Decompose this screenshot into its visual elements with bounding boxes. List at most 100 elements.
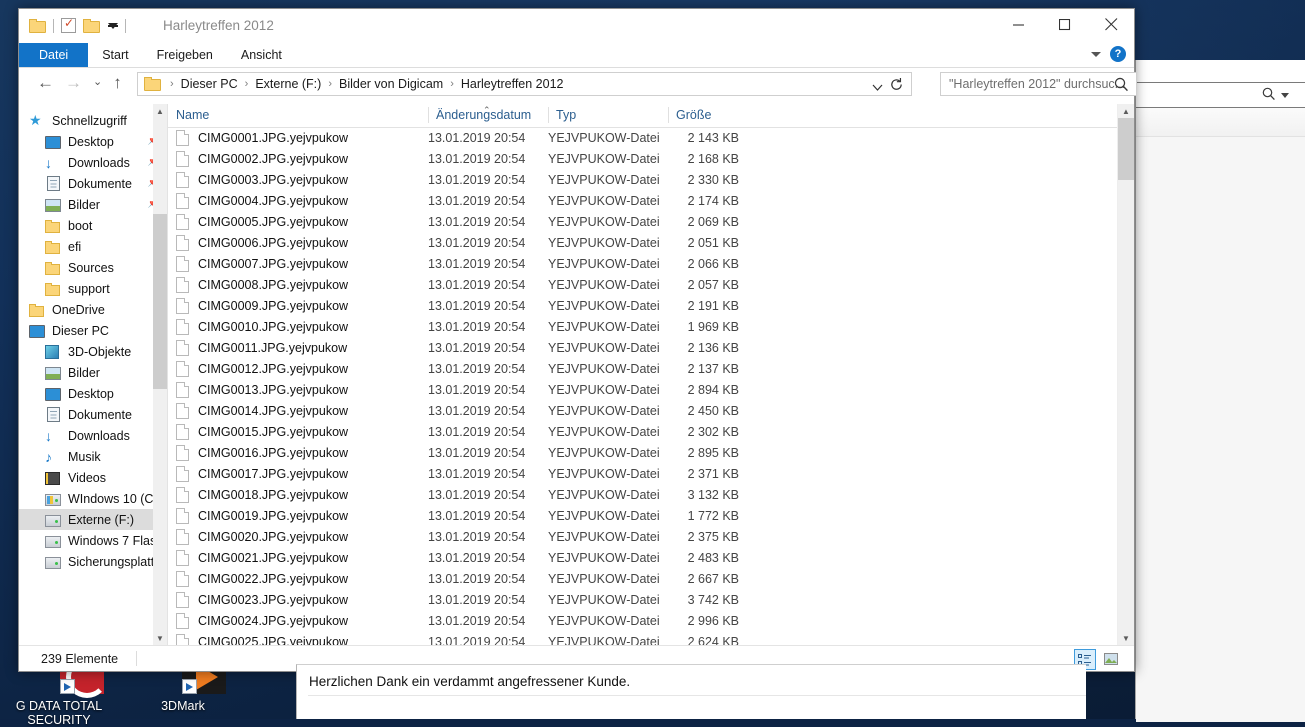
- file-name-cell[interactable]: CIMG0024.JPG.yejvpukow: [168, 612, 428, 629]
- table-row[interactable]: CIMG0012.JPG.yejvpukow 13.01.2019 20:54 YE…: [168, 358, 1134, 379]
- sidebar-item-windows-10-c[interactable]: WIndows 10 (C:): [19, 488, 167, 509]
- navigation-scrollbar[interactable]: ▲ ▼: [153, 104, 167, 645]
- table-row[interactable]: CIMG0016.JPG.yejvpukow 13.01.2019 20:54 YE…: [168, 442, 1134, 463]
- file-name-cell[interactable]: CIMG0007.JPG.yejvpukow: [168, 255, 428, 272]
- breadcrumb-dieser-pc[interactable]: Dieser PC: [179, 77, 240, 91]
- recent-locations-button[interactable]: ⌄: [93, 74, 102, 91]
- sidebar-item-musik[interactable]: ♪ Musik: [19, 446, 167, 467]
- file-name-cell[interactable]: CIMG0025.JPG.yejvpukow: [168, 633, 428, 645]
- tab-ansicht[interactable]: Ansicht: [227, 43, 296, 67]
- file-name-cell[interactable]: CIMG0019.JPG.yejvpukow: [168, 507, 428, 524]
- sidebar-item-windows-7-flash[interactable]: Windows 7 Flash: [19, 530, 167, 551]
- customize-caret-icon[interactable]: [108, 22, 118, 29]
- tab-freigeben[interactable]: Freigeben: [143, 43, 227, 67]
- sidebar-item-efi[interactable]: efi: [19, 236, 167, 257]
- ribbon-tab-bar[interactable]: Datei Start Freigeben Ansicht ?: [19, 43, 1134, 68]
- address-bar[interactable]: › Dieser PC › Externe (F:) › Bilder von …: [137, 72, 912, 96]
- file-name-cell[interactable]: CIMG0018.JPG.yejvpukow: [168, 486, 428, 503]
- scroll-down-button[interactable]: ▼: [153, 631, 167, 645]
- sidebar-item-support[interactable]: support: [19, 278, 167, 299]
- sidebar-item-bilder[interactable]: Bilder: [19, 362, 167, 383]
- file-name-cell[interactable]: CIMG0004.JPG.yejvpukow: [168, 192, 428, 209]
- table-row[interactable]: CIMG0006.JPG.yejvpukow 13.01.2019 20:54 YE…: [168, 232, 1134, 253]
- file-name-cell[interactable]: CIMG0011.JPG.yejvpukow: [168, 339, 428, 356]
- column-headers[interactable]: Name Änderungsdatum Typ Größe ⌃: [168, 104, 1134, 128]
- table-row[interactable]: CIMG0008.JPG.yejvpukow 13.01.2019 20:54 YE…: [168, 274, 1134, 295]
- table-row[interactable]: CIMG0021.JPG.yejvpukow 13.01.2019 20:54 YE…: [168, 547, 1134, 568]
- background-window[interactable]: [1135, 60, 1305, 722]
- tab-datei[interactable]: Datei: [19, 43, 89, 67]
- table-row[interactable]: CIMG0022.JPG.yejvpukow 13.01.2019 20:54 YE…: [168, 568, 1134, 589]
- tab-start[interactable]: Start: [88, 43, 142, 67]
- sidebar-item-onedrive[interactable]: OneDrive: [19, 299, 167, 320]
- ribbon-tabs[interactable]: Datei Start Freigeben Ansicht: [19, 43, 296, 67]
- table-row[interactable]: CIMG0001.JPG.yejvpukow 13.01.2019 20:54 YE…: [168, 127, 1134, 148]
- table-row[interactable]: CIMG0010.JPG.yejvpukow 13.01.2019 20:54 YE…: [168, 316, 1134, 337]
- file-name-cell[interactable]: CIMG0021.JPG.yejvpukow: [168, 549, 428, 566]
- back-button[interactable]: ←: [37, 74, 54, 91]
- table-row[interactable]: CIMG0018.JPG.yejvpukow 13.01.2019 20:54 YE…: [168, 484, 1134, 505]
- scroll-up-button[interactable]: ▲: [153, 104, 167, 118]
- sidebar-item-sicherungsplatte[interactable]: Sicherungsplatte: [19, 551, 167, 572]
- file-name-cell[interactable]: CIMG0006.JPG.yejvpukow: [168, 234, 428, 251]
- file-list-scrollbar[interactable]: ▲ ▼: [1117, 104, 1134, 645]
- table-row[interactable]: CIMG0007.JPG.yejvpukow 13.01.2019 20:54 YE…: [168, 253, 1134, 274]
- forward-button[interactable]: →: [65, 74, 82, 91]
- chevron-down-icon[interactable]: [1091, 51, 1101, 57]
- file-name-cell[interactable]: CIMG0003.JPG.yejvpukow: [168, 171, 428, 188]
- sidebar-item-videos[interactable]: Videos: [19, 467, 167, 488]
- table-row[interactable]: CIMG0003.JPG.yejvpukow 13.01.2019 20:54 YE…: [168, 169, 1134, 190]
- window-controls[interactable]: [996, 9, 1134, 40]
- desktop-icon-partial[interactable]: In: [0, 360, 16, 419]
- table-row[interactable]: CIMG0025.JPG.yejvpukow 13.01.2019 20:54 YE…: [168, 631, 1134, 645]
- table-row[interactable]: CIMG0009.JPG.yejvpukow 13.01.2019 20:54 YE…: [168, 295, 1134, 316]
- sidebar-item-sources[interactable]: Sources: [19, 257, 167, 278]
- file-name-cell[interactable]: CIMG0022.JPG.yejvpukow: [168, 570, 428, 587]
- sidebar-item-dokumente[interactable]: Dokumente📌: [19, 173, 167, 194]
- quick-access-toolbar[interactable]: [29, 16, 126, 33]
- file-name-cell[interactable]: CIMG0015.JPG.yejvpukow: [168, 423, 428, 440]
- file-name-cell[interactable]: CIMG0005.JPG.yejvpukow: [168, 213, 428, 230]
- file-name-cell[interactable]: CIMG0008.JPG.yejvpukow: [168, 276, 428, 293]
- file-name-cell[interactable]: CIMG0013.JPG.yejvpukow: [168, 381, 428, 398]
- breadcrumb-harleytreffen-2012[interactable]: Harleytreffen 2012: [459, 77, 566, 91]
- scroll-down-button[interactable]: ▼: [1118, 631, 1134, 645]
- file-name-cell[interactable]: CIMG0017.JPG.yejvpukow: [168, 465, 428, 482]
- file-name-cell[interactable]: CIMG0009.JPG.yejvpukow: [168, 297, 428, 314]
- bottom-application-window[interactable]: Herzlichen Dank ein verdammt angefressen…: [296, 664, 1086, 719]
- table-row[interactable]: CIMG0014.JPG.yejvpukow 13.01.2019 20:54 YE…: [168, 400, 1134, 421]
- table-row[interactable]: CIMG0005.JPG.yejvpukow 13.01.2019 20:54 YE…: [168, 211, 1134, 232]
- file-name-cell[interactable]: CIMG0010.JPG.yejvpukow: [168, 318, 428, 335]
- sidebar-item-bilder[interactable]: Bilder📌: [19, 194, 167, 215]
- properties-icon[interactable]: [61, 16, 76, 33]
- table-row[interactable]: CIMG0011.JPG.yejvpukow 13.01.2019 20:54 YE…: [168, 337, 1134, 358]
- refresh-icon[interactable]: [889, 77, 904, 95]
- file-list[interactable]: Name Änderungsdatum Typ Größe ⌃ CIMG0001…: [167, 104, 1134, 645]
- sidebar-item-desktop[interactable]: Desktop: [19, 383, 167, 404]
- file-name-cell[interactable]: CIMG0023.JPG.yejvpukow: [168, 591, 428, 608]
- maximize-button[interactable]: [1042, 9, 1088, 40]
- column-header-size[interactable]: Größe: [668, 104, 753, 127]
- title-bar[interactable]: Harleytreffen 2012: [19, 9, 1134, 43]
- table-row[interactable]: CIMG0017.JPG.yejvpukow 13.01.2019 20:54 YE…: [168, 463, 1134, 484]
- sidebar-item-dieser-pc[interactable]: Dieser PC: [19, 320, 167, 341]
- breadcrumb-externe-f[interactable]: Externe (F:): [253, 77, 323, 91]
- table-row[interactable]: CIMG0004.JPG.yejvpukow 13.01.2019 20:54 YE…: [168, 190, 1134, 211]
- sidebar-item-externe-f[interactable]: Externe (F:): [19, 509, 167, 530]
- file-name-cell[interactable]: CIMG0002.JPG.yejvpukow: [168, 150, 428, 167]
- minimize-button[interactable]: [996, 9, 1042, 40]
- table-row[interactable]: CIMG0015.JPG.yejvpukow 13.01.2019 20:54 YE…: [168, 421, 1134, 442]
- sidebar-item-boot[interactable]: boot: [19, 215, 167, 236]
- sidebar-item-desktop[interactable]: Desktop📌: [19, 131, 167, 152]
- navigation-buttons[interactable]: ← → ⌄ ↑: [37, 74, 122, 91]
- sidebar-item-downloads[interactable]: ↓Downloads📌: [19, 152, 167, 173]
- chevron-down-icon[interactable]: [1281, 93, 1289, 98]
- close-button[interactable]: [1088, 9, 1134, 40]
- sidebar-item-downloads[interactable]: ↓ Downloads: [19, 425, 167, 446]
- new-folder-icon[interactable]: [83, 18, 100, 33]
- table-row[interactable]: CIMG0023.JPG.yejvpukow 13.01.2019 20:54 YE…: [168, 589, 1134, 610]
- table-row[interactable]: CIMG0020.JPG.yejvpukow 13.01.2019 20:54 YE…: [168, 526, 1134, 547]
- help-icon[interactable]: ?: [1110, 46, 1126, 62]
- table-row[interactable]: CIMG0013.JPG.yejvpukow 13.01.2019 20:54 YE…: [168, 379, 1134, 400]
- search-icon[interactable]: [1261, 86, 1277, 107]
